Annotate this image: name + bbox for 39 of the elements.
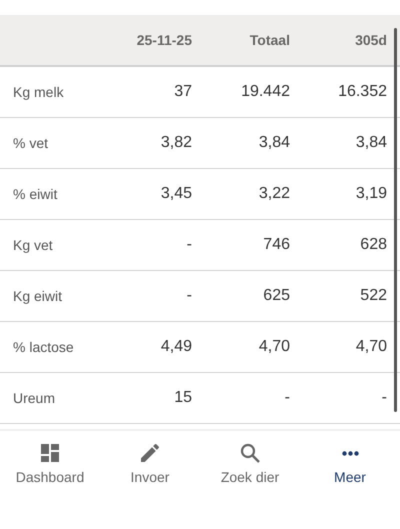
- column-header: 25-11-25: [136, 30, 192, 50]
- table-cell-text: 15: [173, 388, 192, 408]
- search-icon: [238, 441, 262, 465]
- dashboard-icon: [38, 441, 62, 465]
- table-cell-text: 4,70: [258, 337, 290, 357]
- table-cell-text: 19.442: [240, 82, 290, 102]
- more-icon: [342, 451, 358, 456]
- table-cell-text: 37: [173, 82, 192, 102]
- table-cell-text: 628: [359, 235, 387, 255]
- table-cell-text: 3,19: [354, 184, 387, 204]
- table-cell-text: 3,84: [354, 133, 387, 153]
- table-cell-text: -: [186, 286, 192, 306]
- pencil-icon: [138, 441, 162, 465]
- table-cell-text: 4,49: [160, 337, 192, 357]
- column-header: 305d: [354, 30, 387, 50]
- table-cell-text: 3,82: [160, 133, 192, 153]
- nav-tab[interactable]: Invoer: [100, 441, 200, 488]
- row-label: % vet: [13, 134, 50, 152]
- row-label: % eiwit: [13, 184, 58, 204]
- table-cell-text: -: [284, 388, 290, 408]
- table-cell-text: 625: [262, 286, 290, 306]
- row-label: Kg vet: [13, 236, 54, 255]
- nav-tab[interactable]: Zoek dier: [200, 441, 300, 488]
- table-cell-text: 3,22: [258, 184, 290, 204]
- table-cell-text: 3,84: [258, 133, 290, 153]
- table-cell-text: 3,45: [160, 184, 192, 204]
- row-label: Kg eiwit: [13, 286, 64, 306]
- row-label: Ureum: [13, 388, 56, 408]
- nav-tab[interactable]: Meer: [300, 441, 400, 488]
- table-cell-text: 16.352: [337, 82, 387, 102]
- table-cell-text: 4,70: [354, 337, 387, 357]
- table-cell-text: 746: [262, 235, 290, 255]
- column-header: Totaal: [248, 30, 290, 50]
- table-cell-text: -: [186, 235, 192, 255]
- nav-tab[interactable]: Dashboard: [0, 441, 100, 488]
- table-cell-text: -: [380, 388, 387, 408]
- table-cell-text: 522: [359, 286, 387, 306]
- row-label: % lactose: [13, 338, 75, 356]
- row-label: Kg melk: [13, 82, 65, 102]
